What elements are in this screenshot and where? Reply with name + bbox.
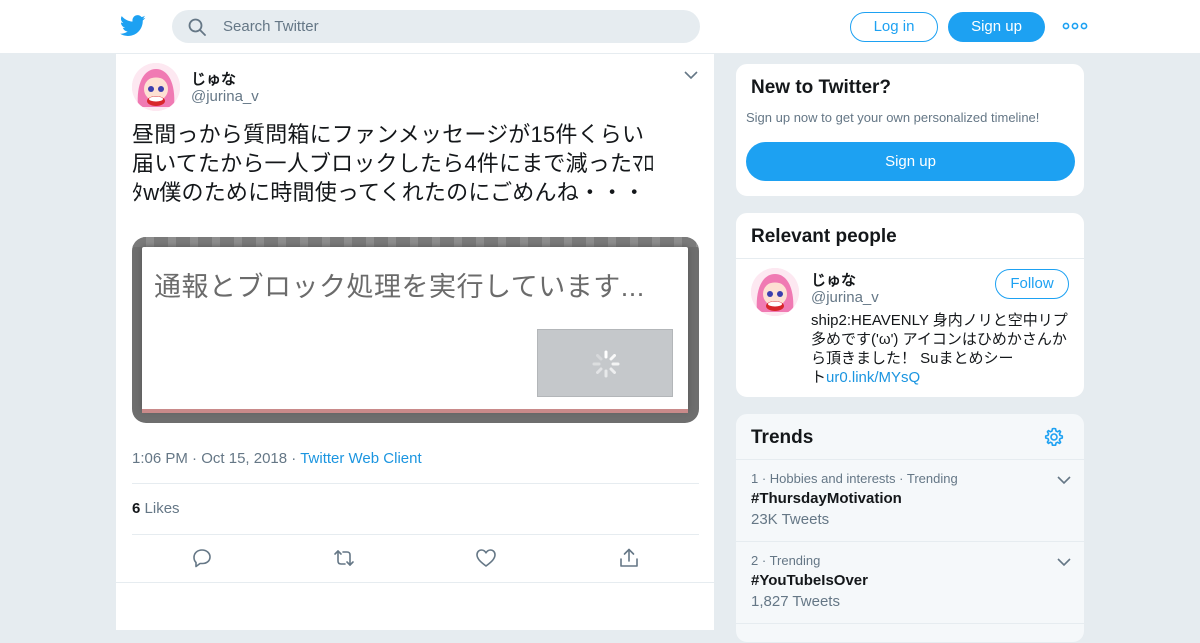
meta-separator: · [192,450,202,467]
search-icon [188,18,206,36]
tweet-media-image[interactable]: 通報とブロック処理を実行しています... [132,237,699,423]
anime-avatar-icon [751,268,799,316]
avatar[interactable] [751,268,799,316]
meta-separator: · [291,450,301,467]
bio-text: ト [811,369,827,386]
divider [736,258,1084,259]
tweet-time[interactable]: 1:06 PM [132,450,188,467]
gear-icon[interactable] [1044,427,1064,447]
twitter-bird-icon[interactable] [120,14,146,38]
tweet-text: 昼間っから質問箱にファンメッセージが15件くらい 届いてたから一人ブロックしたら… [132,120,700,207]
trend-context-text: Hobbies and interests · Trending [769,471,958,486]
like-heart-icon[interactable] [475,547,497,569]
sidebar-signup-button[interactable]: Sign up [746,142,1075,181]
divider [132,534,699,535]
likes-label: Likes [144,500,180,517]
trend-item[interactable]: 1 · Hobbies and interests · Trending #Th… [751,471,1071,528]
trends-card: Trends 1 · Hobbies and interests · Trend… [735,413,1085,643]
chevron-down-icon[interactable] [1057,557,1071,567]
trend-tweet-count: 23K Tweets [751,511,830,528]
tweet-text-line: 届いてたから一人ブロックしたら4件にまで減ったﾏﾛ [132,151,655,176]
image-bottom-border [142,409,688,413]
person-handle[interactable]: @jurina_v [811,289,879,306]
tweet-text-line: ﾀw僕のために時間使ってくれたのにごめんね・・・ [132,180,646,205]
bio-line: ship2:HEAVENLY 身内ノリと空中リプ [811,312,1068,329]
anime-avatar-icon [132,63,180,111]
search-placeholder: Search Twitter [223,18,319,35]
reply-icon[interactable] [191,547,213,569]
search-bar[interactable]: Search Twitter [172,10,700,43]
trend-context-text: Trending [769,553,821,568]
tweet-author-handle[interactable]: @jurina_v [191,88,259,105]
divider [132,483,699,484]
likes-count: 6 [132,500,141,517]
likes-stat[interactable]: 6 Likes [132,500,180,517]
bio-line: ら頂きました！ Suまとめシー [811,350,1014,367]
trend-rank: 1 [751,471,759,486]
signup-button[interactable]: Sign up [948,12,1045,42]
tweet-date[interactable]: Oct 15, 2018 [201,450,287,467]
relevant-people-card: Relevant people じゅな @jurina_v Follow shi… [735,212,1085,398]
avatar[interactable] [132,63,180,111]
tweet-author-name[interactable]: じゅな [191,68,236,89]
tweet-text-line: 昼間っから質問箱にファンメッセージが15件くらい [132,122,645,147]
card-title: New to Twitter? [751,77,892,98]
retweet-icon[interactable] [333,547,355,569]
share-icon[interactable] [618,547,640,569]
person-bio: ship2:HEAVENLY 身内ノリと空中リプ 多めです('ω') アイコンは… [811,311,1073,387]
divider [116,582,714,583]
trend-context: 2 · Trending [751,553,821,568]
person-name[interactable]: じゅな [811,269,856,290]
divider [736,459,1084,460]
image-background-stripe [132,237,699,247]
trend-hashtag[interactable]: #ThursdayMotivation [751,490,1071,507]
new-to-twitter-card: New to Twitter? Sign up now to get your … [735,63,1085,197]
trend-context: 1 · Hobbies and interests · Trending [751,471,958,486]
image-dialog-text: 通報とブロック処理を実行しています... [154,272,645,302]
tweet-client-link[interactable]: Twitter Web Client [300,450,421,467]
divider [736,623,1084,624]
image-dialog-box: 通報とブロック処理を実行しています... [142,247,688,411]
tweet-column: じゅな @jurina_v 昼間っから質問箱にファンメッセージが15件くらい 届… [115,54,715,630]
trend-hashtag[interactable]: #YouTubeIsOver [751,572,1071,589]
card-title: Trends [751,427,814,448]
top-navigation-bar: Search Twitter Log in Sign up [0,0,1200,54]
chevron-down-icon[interactable] [1057,475,1071,485]
login-button[interactable]: Log in [850,12,938,42]
image-loading-box [537,329,673,397]
loading-spinner-icon [592,350,620,378]
tweet-meta: 1:06 PM · Oct 15, 2018 · Twitter Web Cli… [132,450,422,467]
trend-tweet-count: 1,827 Tweets [751,593,840,610]
chevron-down-icon[interactable] [684,70,698,80]
trend-item[interactable]: 2 · Trending #YouTubeIsOver 1,827 Tweets [751,553,1071,610]
divider [736,541,1084,542]
bio-line: 多めです('ω') アイコンはひめかさんか [811,331,1067,348]
bio-link[interactable]: ur0.link/MYsQ [826,369,920,386]
more-options-icon[interactable] [1062,18,1088,34]
card-subtitle: Sign up now to get your own personalized… [746,110,1040,125]
follow-button[interactable]: Follow [995,269,1069,299]
bio-line: トur0.link/MYsQ [811,368,1073,387]
trend-rank: 2 [751,553,759,568]
card-title: Relevant people [751,226,897,247]
